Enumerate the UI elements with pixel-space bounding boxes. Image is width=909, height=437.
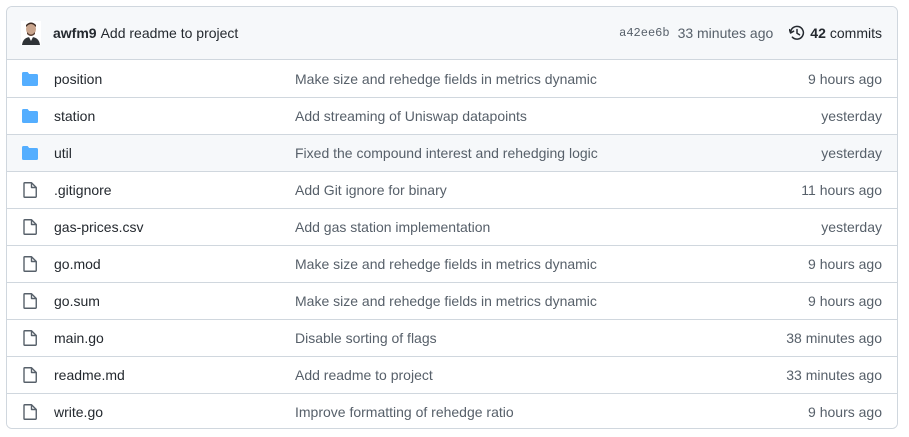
file-commit-age: 9 hours ago bbox=[808, 404, 882, 420]
file-commit-message-link[interactable]: Add Git ignore for binary bbox=[295, 182, 801, 198]
commit-author[interactable]: awfm9 bbox=[53, 25, 97, 41]
file-commit-age: yesterday bbox=[821, 145, 882, 161]
file-commit-message-link[interactable]: Add gas station implementation bbox=[295, 219, 821, 235]
file-commit-message-link[interactable]: Make size and rehedge fields in metrics … bbox=[295, 256, 808, 272]
file-row[interactable]: .gitignore Add Git ignore for binary 11 ho… bbox=[7, 171, 897, 208]
commit-sha[interactable]: a42ee6b bbox=[619, 26, 669, 40]
file-commit-age: 33 minutes ago bbox=[786, 367, 882, 383]
file-icon bbox=[22, 367, 38, 383]
file-commit-message-link[interactable]: Improve formatting of rehedge ratio bbox=[295, 404, 808, 420]
file-list: position Make size and rehedge fields in … bbox=[7, 60, 897, 428]
file-icon bbox=[22, 404, 38, 420]
file-row[interactable]: write.go Improve formatting of rehedge ra… bbox=[7, 393, 897, 428]
folder-icon bbox=[22, 145, 38, 161]
file-row[interactable]: gas-prices.csv Add gas station implementa… bbox=[7, 208, 897, 245]
file-commit-age: 38 minutes ago bbox=[786, 330, 882, 346]
file-name-link[interactable]: write.go bbox=[54, 404, 295, 420]
commit-time: 33 minutes ago bbox=[677, 25, 774, 41]
file-row[interactable]: go.sum Make size and rehedge fields in me… bbox=[7, 282, 897, 319]
file-commit-message-link[interactable]: Make size and rehedge fields in metrics … bbox=[295, 71, 808, 87]
latest-commit-header: awfm9 Add readme to project a42ee6b 33 m… bbox=[7, 7, 897, 60]
file-name-link[interactable]: .gitignore bbox=[54, 182, 295, 198]
file-row[interactable]: util Fixed the compound interest and rehe… bbox=[7, 134, 897, 171]
file-icon bbox=[22, 330, 38, 346]
file-commit-age: 9 hours ago bbox=[808, 70, 882, 87]
file-icon bbox=[22, 219, 38, 235]
file-row[interactable]: main.go Disable sorting of flags 38 minute… bbox=[7, 319, 897, 356]
file-commit-message-link[interactable]: Add readme to project bbox=[295, 367, 786, 383]
file-row[interactable]: readme.md Add readme to project 33 minutes… bbox=[7, 356, 897, 393]
file-name-link[interactable]: go.sum bbox=[54, 293, 295, 309]
file-name-link[interactable]: readme.md bbox=[54, 367, 295, 383]
file-commit-age: 9 hours ago bbox=[808, 293, 882, 309]
file-icon bbox=[22, 182, 38, 198]
history-icon bbox=[789, 25, 805, 40]
file-commit-message-link[interactable]: Make size and rehedge fields in metrics … bbox=[295, 293, 808, 309]
file-row[interactable]: station Add streaming of Uniswap datapoin… bbox=[7, 97, 897, 134]
file-row[interactable]: position Make size and rehedge fields in … bbox=[7, 60, 897, 97]
file-commit-age: yesterday bbox=[821, 108, 882, 124]
file-icon bbox=[22, 293, 38, 309]
commits-label: commits bbox=[829, 25, 882, 41]
file-commit-message-link[interactable]: Fixed the compound interest and rehedgin… bbox=[295, 145, 821, 161]
file-name-link[interactable]: util bbox=[54, 145, 295, 161]
file-name-link[interactable]: go.mod bbox=[54, 256, 295, 272]
file-commit-age: 11 hours ago bbox=[801, 182, 882, 198]
folder-icon bbox=[22, 108, 38, 124]
file-row[interactable]: go.mod Make size and rehedge fields in me… bbox=[7, 245, 897, 282]
file-commit-message-link[interactable]: Disable sorting of flags bbox=[295, 330, 786, 346]
file-browser: awfm9 Add readme to project a42ee6b 33 m… bbox=[6, 6, 898, 429]
commits-history-link[interactable]: 42 commits bbox=[789, 25, 882, 41]
commits-count: 42 bbox=[810, 25, 826, 41]
folder-icon bbox=[22, 71, 38, 87]
file-name-link[interactable]: gas-prices.csv bbox=[54, 219, 295, 235]
file-name-link[interactable]: station bbox=[54, 108, 295, 124]
file-name-link[interactable]: main.go bbox=[54, 330, 295, 346]
file-name-link[interactable]: position bbox=[54, 71, 295, 87]
author-avatar[interactable] bbox=[21, 21, 41, 45]
file-commit-message-link[interactable]: Add streaming of Uniswap datapoints bbox=[295, 108, 821, 124]
commit-message[interactable]: Add readme to project bbox=[101, 25, 239, 41]
file-commit-age: yesterday bbox=[821, 219, 882, 235]
file-icon bbox=[22, 256, 38, 272]
file-commit-age: 9 hours ago bbox=[808, 256, 882, 272]
